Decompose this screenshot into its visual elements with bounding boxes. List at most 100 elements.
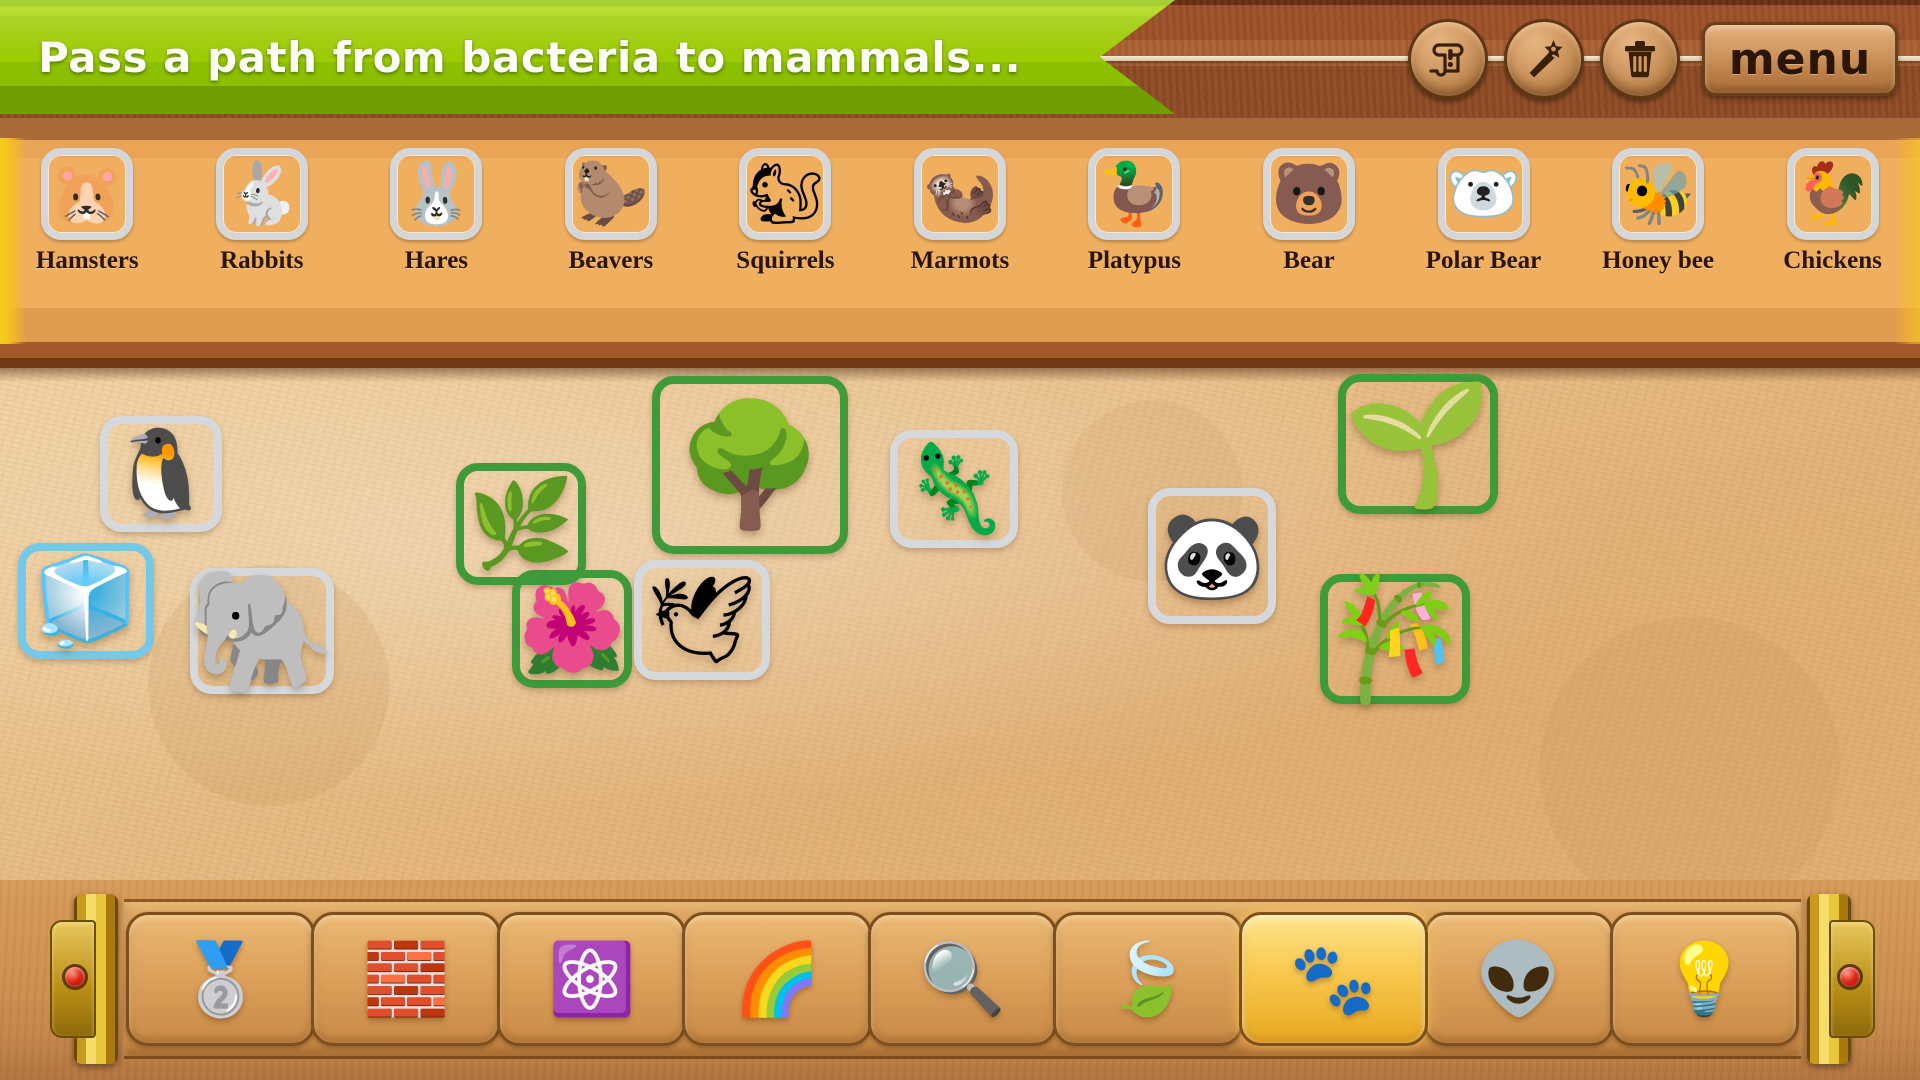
item-polar-bear[interactable]: 🐻‍❄️ Polar Bear [1396, 138, 1571, 275]
item-slot: 🐻‍❄️ [1426, 142, 1542, 246]
ice-icon: 🧊 [32, 553, 140, 649]
item-label: Platypus [1087, 247, 1181, 274]
canvas-tile-ice[interactable]: 🧊 [18, 543, 154, 659]
item-hamsters[interactable]: 🐹 Hamsters [0, 138, 175, 275]
category-tab-animals[interactable]: 🐾 [1238, 912, 1429, 1046]
menu-button[interactable]: menu [1702, 22, 1898, 96]
objective-banner: Pass a path from bacteria to mammals... [0, 0, 1175, 114]
game-screen: Pass a path from bacteria to mammals... [0, 0, 1920, 1080]
canvas-tile-bush[interactable]: 🌿 [456, 463, 586, 585]
metals-icon: 🥈 [177, 940, 265, 1018]
scroll-endcap-right [1801, 894, 1875, 1064]
iguana-icon: 🦎 [900, 441, 1008, 537]
objective-text: Pass a path from bacteria to mammals... [38, 32, 1022, 82]
canvas-tile-flower[interactable]: 🌺 [512, 570, 632, 688]
item-label: Chickens [1783, 247, 1882, 274]
category-tab-materials[interactable]: 🧱 [311, 912, 501, 1046]
item-artwork-icon: 🦆 [1097, 160, 1172, 227]
flower-icon: 🌺 [518, 581, 626, 677]
mammoth-icon: 🐘 [187, 564, 337, 698]
canvas-tile-mammoth[interactable]: 🐘 [187, 564, 337, 698]
quest-scroll-button[interactable] [1408, 19, 1488, 99]
bamboo-icon: 🎋 [1320, 572, 1470, 706]
item-artwork-icon: 🐓 [1795, 160, 1870, 227]
category-tab-science[interactable]: 🔍 [867, 912, 1058, 1046]
item-artwork-icon: 🐻‍❄️ [1446, 160, 1521, 227]
fern-icon: 🌱 [1343, 377, 1493, 511]
magic-wand-button[interactable] [1504, 19, 1584, 99]
item-label: Polar Bear [1425, 247, 1542, 274]
canvas-tile-bamboo[interactable]: 🎋 [1320, 574, 1470, 704]
wand-icon [1529, 40, 1563, 78]
ruby-gem-right-icon [1837, 964, 1863, 990]
item-bear[interactable]: 🐻 Bear [1222, 138, 1397, 275]
item-marmots[interactable]: 🦦 Marmots [873, 138, 1048, 275]
item-artwork-icon: 🐹 [49, 160, 125, 227]
category-tab-chemistry[interactable]: ⚛️ [496, 912, 687, 1046]
plants-icon: 🍃 [1104, 940, 1192, 1018]
item-slot: 🦆 [1076, 142, 1192, 246]
item-label: Honey bee [1602, 247, 1714, 274]
item-slot: 🐿 [727, 142, 843, 246]
item-label: Bear [1283, 247, 1335, 274]
scroll-icon [1429, 43, 1464, 77]
science-icon: 🔍 [918, 940, 1007, 1018]
item-chickens[interactable]: 🐓 Chickens [1745, 138, 1920, 275]
bush-icon: 🌿 [467, 476, 575, 572]
item-artwork-icon: 🐻 [1271, 160, 1347, 227]
item-list: 🐹 Hamsters 🐇 Rabbits 🐰 Hares 🦫 Beavers 🐿 Squirrel… [0, 138, 1920, 344]
penguins-icon: 🐧 [107, 426, 215, 522]
play-area-top-shadow [0, 368, 1920, 382]
canvas-tile-iguana[interactable]: 🦎 [890, 430, 1018, 548]
item-label: Hares [404, 247, 469, 274]
item-slot: 🐝 [1600, 142, 1716, 246]
category-tab-nature[interactable]: 🌈 [682, 912, 872, 1046]
item-artwork-icon: 🐿 [747, 160, 824, 227]
item-label: Rabbits [220, 247, 304, 274]
item-bar: 🐹 Hamsters 🐇 Rabbits 🐰 Hares 🦫 Beavers 🐿 Squirrel… [0, 118, 1920, 368]
item-artwork-icon: 🐰 [398, 160, 474, 227]
ruby-gem-left-icon [62, 964, 88, 990]
scroll-endcap-left [50, 894, 124, 1064]
aliens-icon: 👽 [1475, 940, 1563, 1018]
category-tab-aliens[interactable]: 👽 [1424, 912, 1614, 1046]
trash-button[interactable] [1600, 19, 1680, 99]
item-artwork-icon: 🦫 [573, 160, 649, 227]
category-scroll: 🥈 🧱 ⚛️ 🌈 🔍 🍃 🐾 👽 💡 [50, 894, 1875, 1064]
ideas-icon: 💡 [1660, 940, 1748, 1018]
item-label: Marmots [910, 247, 1010, 274]
play-area[interactable]: 🐧 🧊 🐘 🌿 🌺 🌳 🕊 🦎 🐼 🌱 🎋 [0, 368, 1920, 880]
item-beavers[interactable]: 🦫 Beavers [524, 138, 699, 275]
hummingbird-icon: 🕊 [647, 572, 757, 668]
item-slot: 🐇 [204, 142, 320, 246]
materials-icon: 🧱 [362, 940, 450, 1018]
panda-icon: 🐼 [1158, 508, 1266, 604]
canvas-tile-tree[interactable]: 🌳 [652, 376, 848, 554]
item-honey-bee[interactable]: 🐝 Honey bee [1571, 138, 1746, 275]
item-label: Squirrels [736, 247, 835, 274]
canvas-tile-panda[interactable]: 🐼 [1148, 488, 1276, 624]
item-slot: 🐓 [1775, 142, 1891, 246]
tree-icon: 🌳 [675, 398, 825, 532]
category-tab-ideas[interactable]: 💡 [1609, 912, 1799, 1046]
trash-icon [1625, 41, 1655, 78]
item-slot: 🐻 [1251, 142, 1367, 246]
canvas-tile-fern[interactable]: 🌱 [1338, 374, 1498, 514]
item-platypus[interactable]: 🦆 Platypus [1047, 138, 1222, 275]
item-label: Hamsters [35, 247, 139, 274]
item-rabbits[interactable]: 🐇 Rabbits [175, 138, 350, 275]
item-artwork-icon: 🦦 [922, 160, 998, 227]
top-bar: Pass a path from bacteria to mammals... [0, 0, 1920, 118]
category-tab-plants[interactable]: 🍃 [1053, 912, 1243, 1046]
item-slot: 🐰 [378, 142, 494, 246]
item-slot: 🦫 [553, 142, 669, 246]
category-tab-metals[interactable]: 🥈 [126, 912, 316, 1046]
canvas-tile-hummingbird[interactable]: 🕊 [634, 560, 770, 680]
category-track: 🥈 🧱 ⚛️ 🌈 🔍 🍃 🐾 👽 💡 [124, 899, 1801, 1059]
item-artwork-icon: 🐝 [1620, 160, 1696, 227]
item-hares[interactable]: 🐰 Hares [349, 138, 524, 275]
item-label: Beavers [568, 247, 654, 274]
item-slot: 🐹 [29, 142, 145, 246]
canvas-tile-penguins[interactable]: 🐧 [100, 416, 222, 532]
item-squirrels[interactable]: 🐿 Squirrels [698, 138, 873, 275]
